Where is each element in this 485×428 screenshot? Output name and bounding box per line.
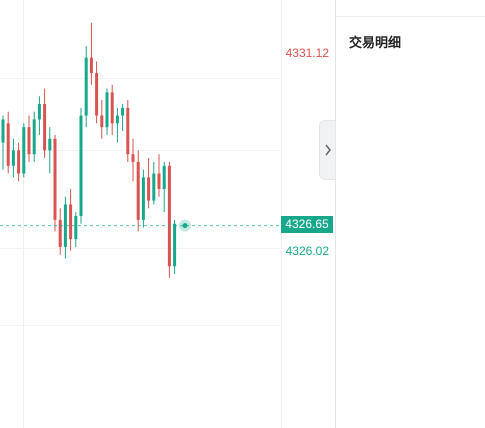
- candle-body: [157, 173, 161, 189]
- candle-body: [84, 57, 88, 116]
- candle-body: [11, 150, 15, 166]
- candle-body: [74, 216, 78, 240]
- candle-body: [126, 107, 130, 155]
- candle-body: [141, 177, 145, 220]
- candle-body: [95, 73, 99, 116]
- candle-body: [32, 119, 36, 155]
- candle-body: [115, 115, 119, 124]
- current-price-dot: [182, 223, 188, 229]
- panel-toggle-button[interactable]: [319, 120, 336, 180]
- current-price-badge: 4326.65: [281, 216, 333, 233]
- candle-body: [22, 127, 26, 174]
- kline-chart[interactable]: 4331.12 4326.65 4326.02: [0, 0, 336, 428]
- trade-detail-panel: 交易明细: [336, 0, 485, 428]
- candle-body: [53, 138, 57, 220]
- panel-top-divider: [336, 16, 485, 17]
- candle-body: [121, 107, 125, 116]
- low-price-label: 4326.02: [285, 244, 329, 258]
- candle-body: [167, 165, 171, 267]
- candle-body: [136, 161, 140, 220]
- candle-body: [17, 150, 21, 174]
- candle-body: [105, 92, 109, 128]
- candle-body: [100, 115, 104, 128]
- candle-body: [89, 57, 93, 74]
- candle-body: [147, 177, 151, 201]
- candle-body: [27, 127, 31, 155]
- candle-body: [58, 219, 62, 247]
- panel-title: 交易明细: [349, 36, 402, 51]
- chevron-right-icon: [325, 144, 331, 156]
- candle-body: [131, 154, 135, 162]
- high-price-label: 4331.12: [285, 46, 329, 60]
- candle-body: [152, 173, 156, 201]
- candle-body: [69, 204, 73, 240]
- candlestick-plot: [0, 0, 282, 428]
- candle-body: [43, 103, 47, 151]
- candle-body: [37, 103, 41, 120]
- candle-body: [110, 92, 114, 124]
- candle-body: [48, 138, 52, 151]
- candle-body: [6, 123, 10, 166]
- candle-body: [79, 115, 83, 217]
- candle-body: [1, 119, 5, 143]
- candle-body: [162, 165, 166, 189]
- candle-body: [173, 223, 177, 267]
